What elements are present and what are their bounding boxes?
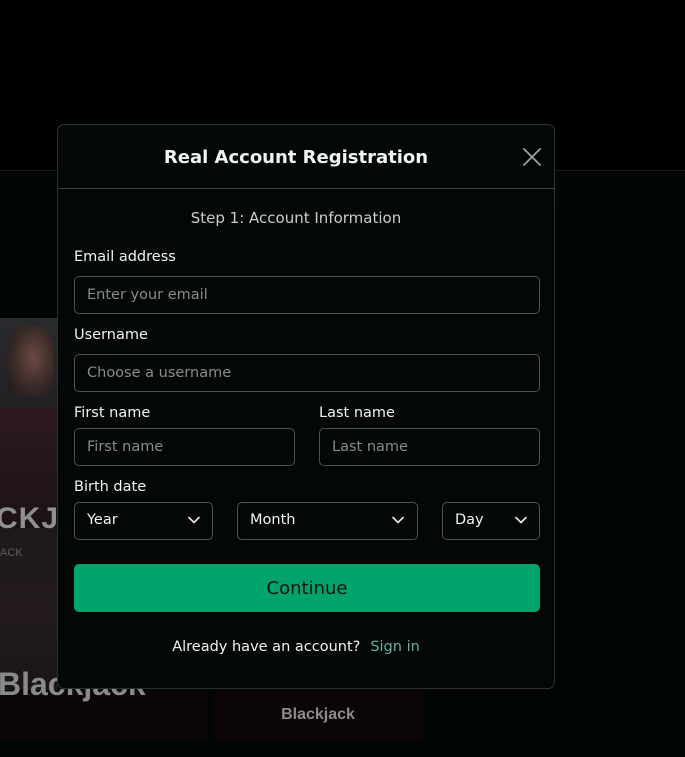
signin-link[interactable]: Sign in — [370, 639, 419, 655]
email-field[interactable] — [74, 276, 540, 314]
chevron-down-icon — [392, 516, 404, 524]
close-icon — [523, 148, 541, 166]
email-label: Email address — [74, 249, 176, 265]
birth-month-select[interactable]: Month — [237, 502, 418, 540]
registration-modal: Real Account Registration Step 1: Accoun… — [57, 124, 555, 689]
last-name-label: Last name — [319, 405, 395, 421]
signin-prompt-text: Already have an account? — [172, 639, 361, 655]
chevron-down-icon — [515, 516, 527, 524]
game-card-label: Blackjack — [281, 706, 355, 723]
birth-day-value: Day — [455, 512, 484, 528]
signin-prompt: Already have an account? Sign in — [58, 639, 534, 655]
first-name-label: First name — [74, 405, 151, 421]
last-name-field[interactable] — [319, 428, 540, 466]
close-button[interactable] — [520, 145, 544, 169]
modal-title: Real Account Registration — [163, 147, 429, 168]
birth-month-value: Month — [250, 512, 296, 528]
username-label: Username — [74, 327, 148, 343]
dealer-image — [8, 326, 54, 396]
birth-year-value: Year — [87, 512, 118, 528]
username-field[interactable] — [74, 354, 540, 392]
continue-button[interactable]: Continue — [74, 564, 540, 612]
thumbnail-sub-text: ACK — [0, 547, 23, 559]
birth-year-select[interactable]: Year — [74, 502, 213, 540]
chevron-down-icon — [188, 516, 200, 524]
birth-day-select[interactable]: Day — [442, 502, 540, 540]
game-card[interactable]: Blackjack — [213, 690, 423, 742]
thumbnail-logo-text: CKJ — [0, 502, 58, 535]
birth-date-label: Birth date — [74, 479, 147, 495]
step-indicator: Step 1: Account Information — [190, 209, 402, 227]
modal-header: Real Account Registration — [58, 125, 554, 189]
first-name-field[interactable] — [74, 428, 295, 466]
